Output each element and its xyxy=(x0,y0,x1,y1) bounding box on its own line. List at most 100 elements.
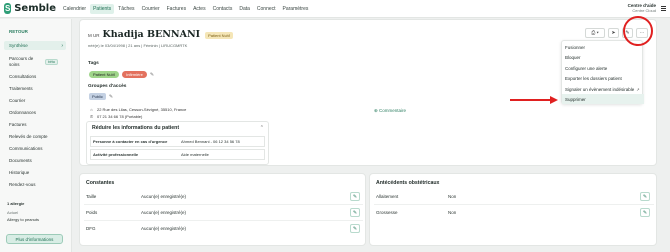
groups-label: Groupes d'accès xyxy=(88,84,127,89)
nav-courrier[interactable]: Courrier xyxy=(139,4,163,14)
sidebar-item-consultations[interactable]: Consultations xyxy=(4,74,66,79)
sidebar-item-parcours[interactable]: Parcours de soins bêta xyxy=(4,56,66,68)
constante-key: Poids xyxy=(86,210,98,215)
more-info-button[interactable]: Plus d'informations xyxy=(6,234,63,244)
nav-calendrier[interactable]: Calendrier xyxy=(60,4,89,14)
logo-text: Semble xyxy=(14,3,56,14)
constante-value: Aucun(e) enregistré(e) xyxy=(141,194,187,199)
allergy-value: Allergy to peanuts xyxy=(7,217,40,222)
reduce-info-title[interactable]: Réduire les informations du patient xyxy=(92,125,179,131)
allergy-box: 1 allergie Actuel Allergy to peanuts xyxy=(4,201,66,222)
menu-item-configurer-alerte[interactable]: Configurer une alerte xyxy=(562,63,644,73)
nav-patients[interactable]: Patients xyxy=(90,3,115,14)
phone-text: 07 21 34 66 78 (Portable) xyxy=(97,114,143,119)
patient-address: ⌂ 22 Rue des Lilas, Cesson-Sévigné, 3551… xyxy=(89,107,186,112)
sidebar-item-factures[interactable]: Factures xyxy=(4,122,66,127)
nav-factures[interactable]: Factures xyxy=(164,4,189,14)
tags-list: Patient NuVi Infirmière ✎ xyxy=(89,71,154,78)
top-navigation: S Semble Calendrier Patients Tâches Cour… xyxy=(0,0,670,18)
constante-value: Aucun(e) enregistré(e) xyxy=(141,226,187,231)
edit-groups-icon[interactable]: ✎ xyxy=(109,94,113,100)
allergy-title: 1 allergie xyxy=(7,201,25,206)
chevron-up-icon[interactable]: ⌃ xyxy=(260,125,264,131)
menu-item-signaler[interactable]: Signaler un évènement indésirable ↗ xyxy=(562,84,644,94)
edit-dfg-button[interactable]: ✎ xyxy=(350,224,360,233)
sidebar-item-documents[interactable]: Documents xyxy=(4,158,66,163)
nav-connect[interactable]: Connect xyxy=(254,4,279,14)
patient-header: M UR Khadija BENNANI Patient NuVi xyxy=(88,29,234,40)
annotation-circle xyxy=(623,16,653,46)
tags-label: Tags xyxy=(88,61,99,66)
allergy-label: Actuel xyxy=(7,210,19,215)
info-row-value: Ahmed Bennani - 06 12 34 56 78 xyxy=(181,139,240,144)
patient-badge: Patient NuVi xyxy=(205,32,234,39)
nav-taches[interactable]: Tâches xyxy=(115,4,137,14)
comment-button[interactable]: ⊕ Commentaire xyxy=(374,108,406,114)
patient-meta: néé(e) le 03/04/1998 | 21 ans | Féminin … xyxy=(88,43,188,48)
menu-item-supprimer[interactable]: Supprimer xyxy=(562,94,644,104)
tag-infirmiere: Infirmière xyxy=(122,71,147,78)
obstetric-value: Non xyxy=(448,210,457,215)
constante-row: DFG Aucun(e) enregistré(e) xyxy=(86,226,186,231)
groups-list: Public ✎ xyxy=(89,93,113,100)
divider xyxy=(374,204,654,205)
app-logo[interactable]: S Semble xyxy=(4,3,56,14)
edit-allaitement-button[interactable]: ✎ xyxy=(640,192,650,201)
group-public: Public xyxy=(89,93,106,100)
edit-taille-button[interactable]: ✎ xyxy=(350,192,360,201)
sidebar-item-rendez-vous[interactable]: Rendez-vous xyxy=(4,182,66,187)
obstetric-key: Allaitement xyxy=(376,194,399,199)
patient-name: Khadija BENNANI xyxy=(102,29,201,40)
sidebar-item-traitements[interactable]: Traitements xyxy=(4,86,66,91)
edit-poids-button[interactable]: ✎ xyxy=(350,208,360,217)
obstetric-key: Grossesse xyxy=(376,210,398,215)
info-row-value: Aide maternelle xyxy=(181,152,209,157)
info-row-key: Activité professionnelle xyxy=(93,152,139,157)
sidebar-item-historique[interactable]: Historique xyxy=(4,170,66,175)
more-options-menu: Fusionner Bloquer Configurer une alerte … xyxy=(561,40,644,104)
nav-contacts[interactable]: Contacts xyxy=(210,4,236,14)
nav-actes[interactable]: Actes xyxy=(190,4,209,14)
menu-item-exporter[interactable]: Exporter les dossiers patient xyxy=(562,73,644,83)
print-button[interactable]: ⎙ ▾ xyxy=(585,28,605,38)
divider xyxy=(84,220,363,221)
sidebar-item-releves[interactable]: Relevés de compte xyxy=(4,134,66,139)
info-row: Activité professionnelle Aide maternelle xyxy=(90,149,265,160)
patient-phone: ✆ 07 21 34 66 78 (Portable) xyxy=(89,114,143,119)
menu-item-bloquer[interactable]: Bloquer xyxy=(562,52,644,62)
center-sub: Centre Cloud xyxy=(632,8,656,13)
sidebar-item-label: Synthèse xyxy=(9,43,28,48)
reduce-info-panel: Réduire les informations du patient ⌃ Pe… xyxy=(86,121,269,165)
constante-key: DFG xyxy=(86,226,96,231)
annotation-arrow-head xyxy=(550,96,558,104)
menu-item-label: Signaler un évènement indésirable xyxy=(565,86,635,92)
constante-key: Taille xyxy=(86,194,97,199)
main-nav: Calendrier Patients Tâches Courrier Fact… xyxy=(60,0,312,18)
constante-row: Taille Aucun(e) enregistré(e) xyxy=(86,194,186,199)
sidebar-item-label: Parcours de soins xyxy=(9,56,34,67)
edit-tags-icon[interactable]: ✎ xyxy=(150,72,154,78)
constantes-title: Constantes xyxy=(86,180,115,186)
hamburger-menu-icon[interactable] xyxy=(661,6,666,11)
home-icon: ⌂ xyxy=(90,107,93,112)
obstetric-card: Antécédents obstétricaux Allaitement Non… xyxy=(369,173,657,246)
sidebar-item-ordonnances[interactable]: Ordonnances xyxy=(4,110,66,115)
beta-badge: bêta xyxy=(45,59,58,65)
obstetric-row: Grossesse Non xyxy=(376,210,456,215)
divider xyxy=(84,204,363,205)
send-icon[interactable]: ➤ xyxy=(608,28,619,38)
sidebar-item-courrier[interactable]: Courrier xyxy=(4,98,66,103)
constante-value: Aucun(e) enregistré(e) xyxy=(141,210,187,215)
edit-grossesse-button[interactable]: ✎ xyxy=(640,208,650,217)
tag-patient-nuvi: Patient NuVi xyxy=(89,71,120,78)
sidebar-item-communications[interactable]: Communications xyxy=(4,146,66,151)
nav-data[interactable]: Data xyxy=(236,4,253,14)
center-info[interactable]: Centre d'aide Centre Cloud xyxy=(628,3,656,13)
chevron-right-icon: › xyxy=(61,42,63,49)
nav-parametres[interactable]: Paramètres xyxy=(280,4,312,14)
info-row: Personne à contacter en cas d'urgence Ah… xyxy=(90,136,265,147)
back-link[interactable]: RETOUR xyxy=(9,29,28,34)
external-link-icon: ↗ xyxy=(636,86,640,92)
obstetric-title: Antécédents obstétricaux xyxy=(376,180,440,186)
sidebar-item-synthese[interactable]: Synthèse › xyxy=(4,41,66,50)
